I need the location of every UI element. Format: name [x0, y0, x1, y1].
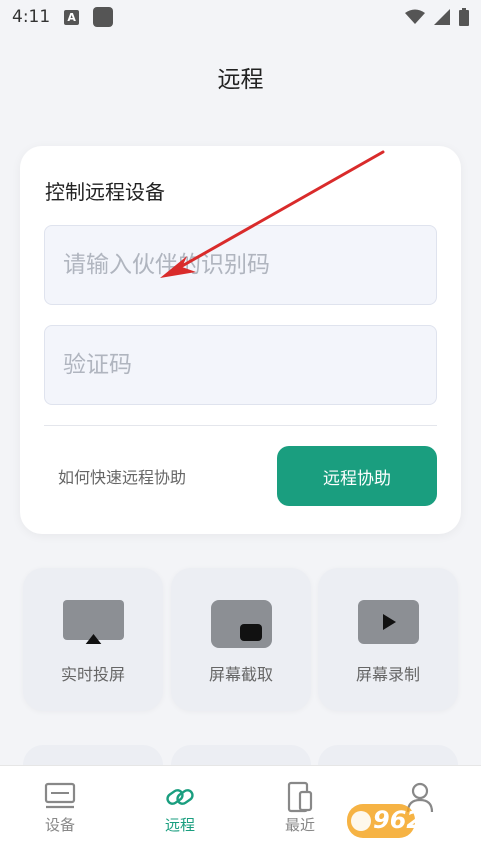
link-icon — [166, 789, 194, 805]
divider — [44, 425, 437, 426]
status-bar: 4:11 A — [0, 0, 481, 34]
notification-a-icon: A — [64, 9, 80, 25]
nav-label: 设备 — [44, 816, 75, 834]
remote-assist-button[interactable]: 远程协助 — [277, 446, 437, 506]
help-link[interactable]: 如何快速远程协助 — [58, 464, 186, 488]
nav-item-devices[interactable]: 设备 — [0, 766, 120, 855]
feature-label: 屏幕录制 — [355, 665, 420, 684]
card-title: 控制远程设备 — [45, 180, 165, 204]
watermark-suffix: .NET — [419, 810, 463, 830]
recent-devices-icon — [287, 781, 313, 813]
feature-label: 屏幕截取 — [208, 665, 273, 684]
wifi-icon — [405, 9, 425, 24]
watermark-brand: 962 — [373, 806, 424, 834]
device-icon — [44, 782, 76, 809]
feature-label: 实时投屏 — [60, 665, 125, 684]
watermark-logo: 962 .NET 乐游网 — [345, 800, 475, 850]
nav-item-recent[interactable]: 最近 — [240, 766, 360, 855]
feature-tile-screen-cast[interactable]: 实时投屏 — [23, 568, 163, 711]
watermark-subtitle: 乐游网 — [419, 833, 461, 849]
feature-tile-screen-record[interactable]: 屏幕录制 — [318, 568, 458, 711]
screenshot-icon — [211, 600, 272, 648]
status-time: 4:11 — [12, 7, 51, 27]
battery-icon — [459, 8, 469, 26]
signal-icon — [434, 9, 450, 25]
remote-control-card: 控制远程设备 如何快速远程协助 远程协助 — [20, 146, 461, 534]
notification-app-icon — [93, 7, 114, 27]
screen-record-icon — [358, 600, 419, 644]
nav-label: 远程 — [164, 816, 195, 834]
verify-code-input[interactable] — [44, 325, 437, 405]
nav-item-remote[interactable]: 远程 — [120, 766, 240, 855]
feature-tile-screenshot[interactable]: 屏幕截取 — [171, 568, 311, 711]
partner-id-input[interactable] — [44, 225, 437, 305]
nav-label: 最近 — [284, 816, 315, 834]
page-title: 远程 — [217, 67, 264, 93]
screen-cast-icon — [63, 600, 124, 644]
